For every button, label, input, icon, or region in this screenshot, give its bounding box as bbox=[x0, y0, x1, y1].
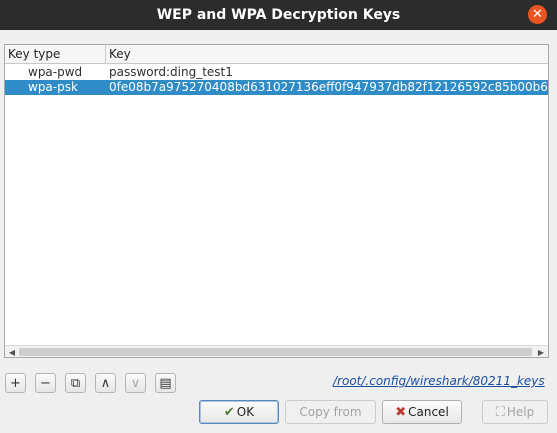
window-title: WEP and WPA Decryption Keys bbox=[156, 7, 401, 23]
ok-icon: ✔ bbox=[223, 404, 235, 420]
remove-key-button[interactable]: − bbox=[35, 373, 56, 393]
column-header-key-type[interactable]: Key type bbox=[5, 45, 106, 64]
help-button[interactable]: ⛶ Help bbox=[482, 400, 548, 424]
plus-icon: + bbox=[10, 375, 21, 391]
ok-button[interactable]: ✔ OK bbox=[199, 400, 279, 424]
ok-label: OK bbox=[236, 405, 255, 419]
copy-from-button[interactable]: Copy from bbox=[285, 400, 376, 424]
chevron-down-icon: ∨ bbox=[130, 375, 141, 391]
table-row-selected[interactable]: wpa-psk 0fe08b7a975270408bd631027136eff0… bbox=[5, 80, 548, 95]
key-cell: 0fe08b7a975270408bd631027136eff0f947937d… bbox=[109, 80, 548, 94]
scrollbar-thumb[interactable] bbox=[19, 348, 532, 356]
key-cell: password:ding_test1 bbox=[109, 65, 233, 79]
clear-list-icon: ▤ bbox=[159, 375, 172, 391]
move-up-button[interactable]: ∧ bbox=[95, 373, 116, 393]
horizontal-scrollbar[interactable]: ◀ ▶ bbox=[5, 345, 548, 357]
column-header-key[interactable]: Key bbox=[106, 45, 548, 64]
cancel-icon: ✖ bbox=[395, 404, 407, 420]
clear-keys-button[interactable]: ▤ bbox=[155, 373, 176, 393]
title-bar: WEP and WPA Decryption Keys ✕ bbox=[0, 0, 557, 30]
help-icon: ⛶ bbox=[495, 404, 505, 420]
key-type-cell: wpa-psk bbox=[28, 80, 78, 94]
scroll-left-icon[interactable]: ◀ bbox=[7, 347, 17, 357]
table-row[interactable]: wpa-pwd password:ding_test1 bbox=[5, 65, 548, 80]
key-type-cell: wpa-pwd bbox=[28, 65, 83, 79]
add-key-button[interactable]: + bbox=[5, 373, 26, 393]
copy-key-button[interactable]: ⧉ bbox=[65, 373, 86, 393]
cancel-button[interactable]: ✖ Cancel bbox=[382, 400, 462, 424]
table-header: Key type Key bbox=[5, 45, 548, 64]
minus-icon: − bbox=[40, 375, 51, 391]
copy-from-label: Copy from bbox=[299, 405, 362, 419]
help-label: Help bbox=[506, 405, 535, 419]
close-button[interactable]: ✕ bbox=[528, 5, 547, 24]
move-down-button[interactable]: ∨ bbox=[125, 373, 146, 393]
keys-table[interactable]: Key type Key wpa-pwd password:ding_test1… bbox=[4, 44, 549, 358]
chevron-up-icon: ∧ bbox=[100, 375, 111, 391]
scroll-right-icon[interactable]: ▶ bbox=[536, 347, 546, 357]
copy-icon: ⧉ bbox=[70, 375, 81, 391]
cancel-label: Cancel bbox=[408, 405, 449, 419]
close-icon: ✕ bbox=[532, 7, 543, 22]
config-path-link[interactable]: /root/.config/wireshark/80211_keys bbox=[333, 374, 545, 388]
